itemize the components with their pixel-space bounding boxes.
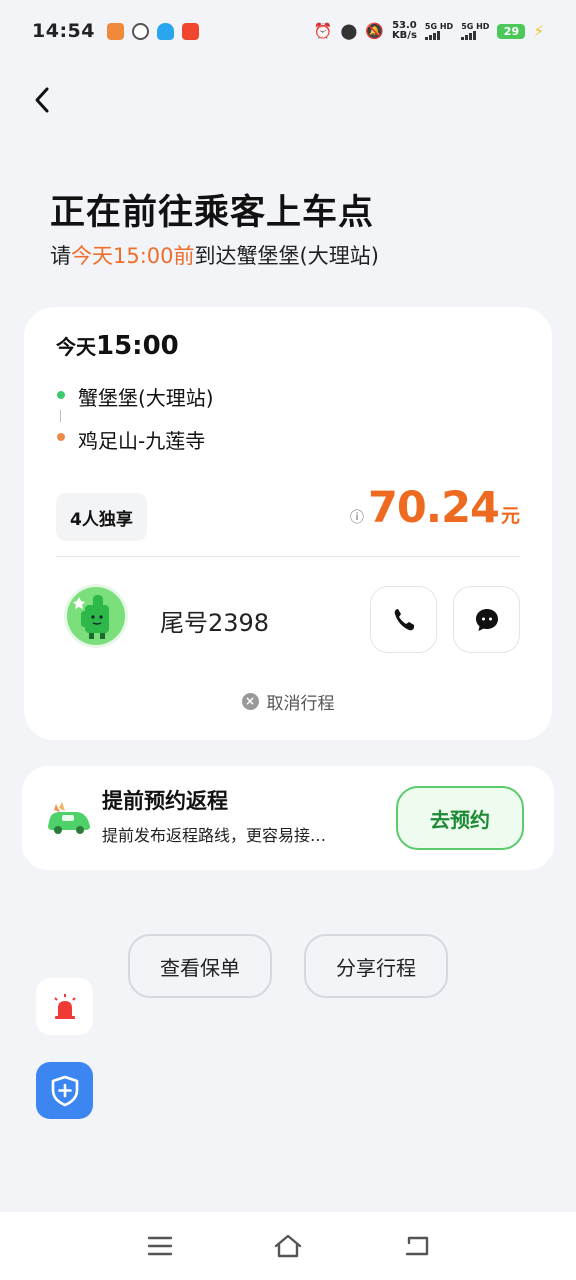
page-subtitle: 请今天15:00前到达蟹堡堡(大理站) bbox=[50, 240, 379, 270]
network-speed: 53.0 KB/s bbox=[392, 21, 417, 41]
shopping-app-icon bbox=[181, 22, 199, 40]
menu-icon bbox=[147, 1236, 173, 1256]
signal-bars-icon bbox=[461, 31, 489, 40]
info-icon[interactable]: ⓘ bbox=[350, 507, 364, 527]
license-plate: 尾号2398 bbox=[160, 609, 270, 637]
status-bar: 14:54 ⏰ ⬤ 🔕 53.0 KB/s 5G HD 5G HD 29 ⚡ bbox=[0, 0, 576, 62]
phone-icon bbox=[394, 608, 414, 630]
pickup-dot-icon bbox=[57, 391, 65, 399]
cancel-trip-button[interactable]: × 取消行程 bbox=[24, 689, 552, 714]
wechat-icon bbox=[131, 22, 149, 40]
reserve-return-button[interactable]: 去预约 bbox=[396, 786, 524, 850]
close-circle-icon: × bbox=[241, 693, 259, 710]
subtitle-prefix: 请 bbox=[50, 244, 71, 268]
signal-2-label: 5G HD bbox=[461, 22, 490, 31]
avatar bbox=[64, 584, 128, 648]
return-trip-title: 提前预约返程 bbox=[102, 789, 228, 813]
nav-home-button[interactable] bbox=[268, 1228, 308, 1264]
return-trip-card: 提前预约返程 提前发布返程路线，更容易接… 去预约 bbox=[22, 766, 554, 870]
mute-icon: 🔕 bbox=[365, 22, 384, 40]
car-illustration-icon bbox=[48, 802, 90, 834]
pickup-day: 今天 bbox=[56, 335, 96, 359]
home-icon bbox=[274, 1234, 302, 1258]
signal-2: 5G HD bbox=[461, 22, 489, 40]
divider bbox=[56, 556, 520, 557]
network-speed-unit: KB/s bbox=[391, 30, 417, 41]
call-button[interactable] bbox=[370, 586, 437, 653]
trip-card: 今天15:00 蟹堡堡(大理站) 鸡足山-九莲寺 4人独享 ⓘ 70.24 元 … bbox=[24, 307, 552, 740]
battery-level: 29 bbox=[497, 23, 526, 39]
system-navigation-bar bbox=[0, 1212, 576, 1280]
signal-bars-icon bbox=[424, 31, 453, 40]
notification-icons bbox=[106, 22, 199, 40]
signal-1: 5G HD bbox=[424, 22, 454, 40]
safety-center-button[interactable] bbox=[36, 1062, 93, 1119]
subtitle-destination: 到达蟹堡堡(大理站) bbox=[194, 244, 379, 268]
pickup-clock: 15:00 bbox=[96, 331, 179, 361]
thumbs-up-mascot-icon bbox=[73, 595, 109, 639]
dropoff-location: 鸡足山-九莲寺 bbox=[78, 429, 206, 453]
message-button[interactable] bbox=[453, 586, 520, 653]
qq-icon bbox=[156, 22, 174, 40]
price[interactable]: ⓘ 70.24 元 bbox=[350, 483, 520, 533]
chat-bubble-icon bbox=[475, 608, 498, 631]
price-unit: 元 bbox=[500, 505, 520, 527]
back-icon bbox=[405, 1236, 429, 1256]
view-policy-button[interactable]: 查看保单 bbox=[128, 934, 272, 998]
charging-icon: ⚡ bbox=[533, 22, 544, 40]
subtitle-deadline: 今天15:00前 bbox=[71, 244, 195, 268]
dropoff-dot-icon bbox=[57, 433, 65, 441]
pickup-location: 蟹堡堡(大理站) bbox=[78, 386, 214, 410]
alarm-icon: ⏰ bbox=[313, 22, 333, 40]
status-time: 14:54 bbox=[32, 20, 95, 42]
location-icon: ⬤ bbox=[340, 22, 358, 40]
nav-back-button[interactable] bbox=[396, 1228, 436, 1264]
siren-icon bbox=[53, 993, 76, 1019]
price-value: 70.24 bbox=[367, 483, 500, 533]
route-connector bbox=[60, 410, 61, 422]
pickup-time: 今天15:00 bbox=[56, 331, 179, 361]
signal-1-label: 5G HD bbox=[424, 22, 454, 31]
page-title: 正在前往乘客上车点 bbox=[50, 193, 375, 233]
shield-plus-icon bbox=[51, 1075, 78, 1106]
return-trip-description: 提前发布返程路线，更容易接… bbox=[102, 826, 327, 845]
nav-menu-button[interactable] bbox=[140, 1228, 180, 1264]
back-button[interactable] bbox=[22, 80, 62, 120]
seat-type-badge: 4人独享 bbox=[56, 493, 147, 541]
emergency-alarm-button[interactable] bbox=[36, 978, 93, 1035]
status-indicators: ⏰ ⬤ 🔕 53.0 KB/s 5G HD 5G HD 29 ⚡ bbox=[314, 21, 544, 41]
app-notification-icon bbox=[106, 22, 124, 40]
cancel-trip-label: 取消行程 bbox=[266, 694, 335, 714]
chevron-left-icon bbox=[35, 87, 49, 113]
share-trip-button[interactable]: 分享行程 bbox=[304, 934, 448, 998]
